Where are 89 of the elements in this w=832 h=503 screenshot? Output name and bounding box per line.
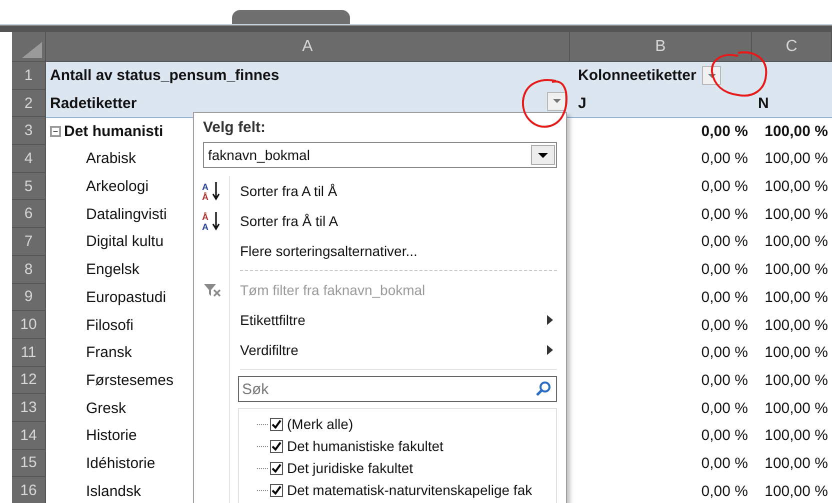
table-cell: 0,00 % — [701, 454, 748, 472]
search-field[interactable]: Søk — [238, 376, 557, 402]
row-header[interactable]: 15 — [12, 450, 46, 478]
table-cell: 0,00 % — [701, 261, 748, 278]
table-cell: 100,00 % — [764, 344, 828, 362]
table-cell: 100,00 % — [764, 316, 828, 334]
field-label: Velg felt: — [203, 119, 267, 136]
table-cell: 100,00 % — [764, 427, 828, 444]
table-cell: 100,00 % — [764, 150, 828, 168]
table-cell-text: Datalingvisti — [85, 206, 167, 223]
table-cell: 0,00 % — [701, 178, 748, 196]
table-cell-text: Gresk — [85, 400, 126, 417]
field-dropdown[interactable]: faknavn_bokmal — [203, 142, 557, 168]
table-cell-text: Førstesemes — [85, 372, 174, 389]
table-cell: 0,00 % — [701, 482, 748, 500]
select-all-corner[interactable] — [12, 32, 46, 62]
table-cell-text: J — [577, 95, 586, 112]
table-cell: 0,00 % — [701, 344, 748, 362]
table-cell: 0,00 % — [701, 427, 748, 444]
row-header[interactable]: 14 — [12, 422, 46, 450]
table-cell: 100,00 % — [764, 261, 828, 278]
table-cell: Radetiketter — [50, 95, 137, 112]
table-cell: 100,00 % — [764, 123, 828, 140]
table-cell-text: Kolonneetiketter — [577, 67, 696, 84]
table-cell-text: Fransk — [85, 344, 132, 362]
row-header[interactable]: 11 — [12, 338, 46, 367]
table-cell: Det humanisti — [64, 123, 164, 140]
menu-item[interactable]: A Å Sorter fra A til Å — [194, 176, 557, 206]
table-cell: 100,00 % — [764, 482, 828, 500]
row-header[interactable]: 1 — [12, 62, 46, 90]
table-cell-text: Engelsk — [85, 261, 140, 278]
table-cell: 100,00 % — [764, 206, 828, 223]
table-cell: 0,00 % — [701, 150, 748, 168]
table-cell: 0,00 % — [701, 288, 748, 306]
table-cell-text: Islandsk — [85, 482, 142, 500]
checkbox[interactable] — [270, 440, 283, 452]
row-header[interactable]: 3 — [12, 117, 46, 146]
table-cell: 0,00 % — [701, 206, 748, 223]
checkbox[interactable] — [270, 484, 283, 496]
checkbox[interactable] — [270, 418, 283, 430]
table-cell-text: Historie — [85, 427, 137, 444]
row-header[interactable]: 2 — [12, 90, 46, 118]
row-header[interactable]: 10 — [12, 311, 46, 339]
menu-item[interactable]: Flere sorteringsalternativer... — [194, 236, 557, 266]
menu-item[interactable]: Å A Sorter fra Å til A — [194, 206, 557, 236]
checklist-label[interactable]: (Merk alle) — [287, 416, 354, 432]
menu-item[interactable]: Verdifiltre — [194, 335, 557, 365]
row-header[interactable]: 4 — [12, 145, 46, 173]
checklist-label[interactable]: Det matematisk-naturvitenskapelige fak — [287, 482, 532, 498]
row-header[interactable]: 7 — [12, 228, 46, 256]
row-header[interactable]: 5 — [12, 172, 46, 200]
table-cell: 0,00 % — [701, 233, 748, 250]
column-header[interactable]: C — [752, 32, 832, 62]
table-cell-text: Arabisk — [85, 150, 136, 168]
submenu-arrow-icon — [547, 345, 553, 355]
table-cell: 0,00 % — [701, 372, 748, 389]
table-cell-text: Europastudi — [85, 288, 166, 306]
table-cell-text: Digital kultu — [85, 233, 164, 250]
search-icon — [535, 381, 551, 397]
row-header[interactable]: 9 — [12, 284, 46, 312]
table-cell: Antall av status_pensum_finnes — [50, 67, 280, 84]
row-header[interactable]: 16 — [12, 477, 46, 503]
table-cell: 100,00 % — [764, 233, 828, 250]
column-header[interactable]: A — [46, 32, 570, 62]
table-cell-text: Arkeologi — [85, 178, 149, 196]
table-cell: 100,00 % — [764, 178, 828, 196]
table-cell: 100,00 % — [764, 400, 828, 417]
table-cell: 100,00 % — [764, 454, 828, 472]
table-cell: 0,00 % — [701, 316, 748, 334]
checkbox[interactable] — [270, 462, 283, 474]
checklist-label[interactable]: Det juridiske fakultet — [287, 460, 414, 476]
table-cell: 100,00 % — [764, 372, 828, 389]
row-header[interactable]: 12 — [12, 366, 46, 394]
table-cell: 100,00 % — [764, 288, 828, 306]
row-header[interactable]: 6 — [12, 200, 46, 228]
clear-filter-icon — [203, 282, 221, 298]
column-header[interactable]: B — [570, 32, 752, 62]
menu-item[interactable]: Etikettfiltre — [194, 305, 557, 335]
row-header[interactable]: 13 — [12, 394, 46, 422]
table-cell-text: Filosofi — [85, 316, 134, 334]
table-cell: N — [758, 95, 769, 112]
table-cell-text: Idéhistorie — [85, 454, 156, 472]
checklist-label[interactable]: Det humanistiske fakultet — [287, 438, 444, 454]
collapse-toggle-icon[interactable] — [50, 126, 61, 138]
filter-dropdown-button[interactable] — [547, 92, 566, 111]
submenu-arrow-icon — [547, 315, 553, 325]
table-cell: 0,00 % — [701, 400, 748, 417]
table-cell: 0,00 % — [701, 123, 748, 140]
row-header[interactable]: 8 — [12, 256, 46, 284]
